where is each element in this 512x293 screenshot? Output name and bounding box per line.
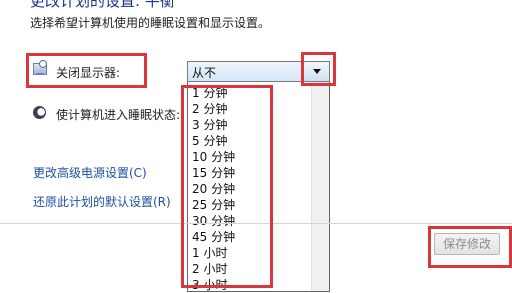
restore-defaults-link[interactable]: 还原此计划的默认设置(R) — [33, 193, 171, 210]
highlight-dropdown-arrow — [301, 52, 336, 86]
advanced-power-settings-link[interactable]: 更改高级电源设置(C) — [33, 164, 147, 181]
page-title: 更改计划的设置: 平衡 — [30, 0, 175, 10]
page-subtitle: 选择希望计算机使用的睡眠设置和显示设置。 — [30, 16, 271, 30]
highlight-display-label — [26, 53, 147, 88]
dropdown-scrollbar[interactable] — [311, 82, 329, 291]
highlight-options-list — [181, 85, 273, 288]
moon-icon — [33, 106, 46, 119]
display-off-selected-value: 从不 — [192, 66, 217, 80]
sleep-label: 使计算机进入睡眠状态: — [56, 108, 181, 122]
highlight-save-button — [428, 226, 512, 268]
